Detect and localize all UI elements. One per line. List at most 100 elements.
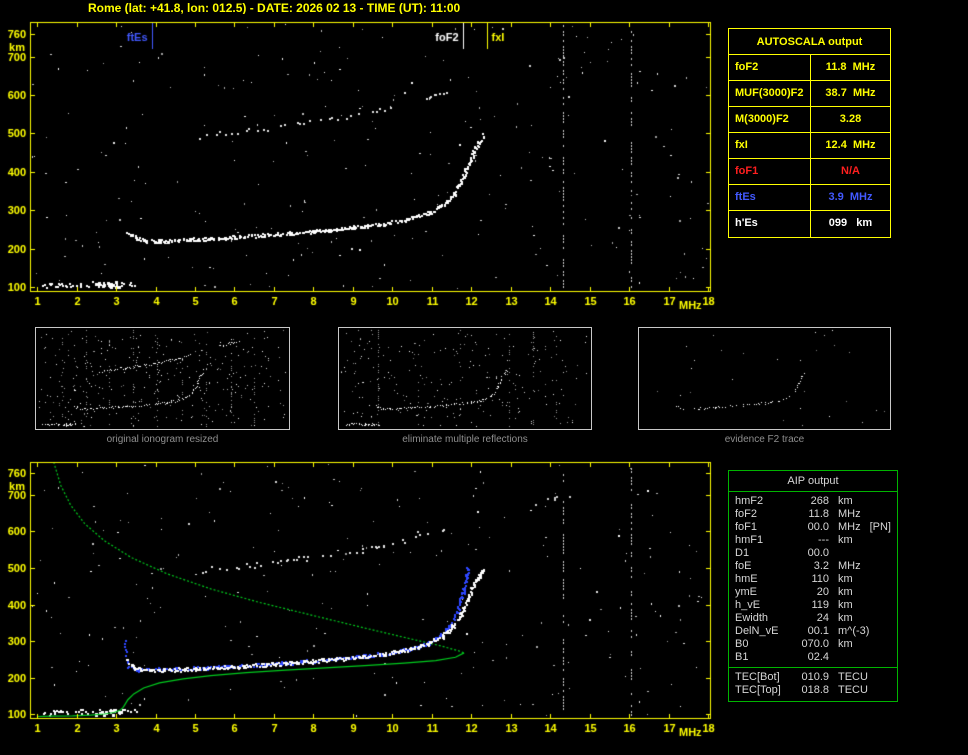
aip-row-tectop: TEC[Top] 018.8 TECU <box>729 684 897 697</box>
autoscala-table: AUTOSCALA output foF2 11.8 MHz MUF(3000)F2… <box>728 28 891 238</box>
aip-unit: km <box>838 599 853 611</box>
aip-table-rows: hmF2 268 km foF2 11.8 MHz foF1 00.0 MHz [PN] hmF1 -… <box>729 495 897 697</box>
aip-row-hve: h_vE 119 km <box>729 599 897 612</box>
aip-row-yme: ymE 20 km <box>729 586 897 599</box>
autoscala-param-label: ftEs <box>729 185 811 210</box>
evidence-f2-thumbnail <box>639 328 890 429</box>
page-title: Rome (lat: +41.8, lon: 012.5) - DATE: 20… <box>88 1 461 15</box>
autoscala-param-label: foF1 <box>729 159 811 184</box>
aip-value: 00.0 <box>807 521 829 533</box>
autoscala-param-label: MUF(3000)F2 <box>729 81 811 106</box>
aip-unit: m^(-3) <box>838 625 870 637</box>
aip-value: 11.8 <box>808 508 829 520</box>
autoscala-param-label: foF2 <box>729 55 811 80</box>
panel-original-ionogram <box>35 327 290 430</box>
aip-value: 119 <box>811 599 829 611</box>
aip-label: DelN_vE <box>735 625 779 637</box>
aip-row-b0: B0 070.0 km <box>729 638 897 651</box>
aip-label: hmE <box>735 573 758 585</box>
caption-evidence-f2: evidence F2 trace <box>724 434 805 445</box>
aip-value: 02.4 <box>807 651 829 663</box>
aip-unit: MHz <box>838 508 861 520</box>
aip-label: B1 <box>735 651 749 663</box>
caption-original-ionogram: original ionogram resized <box>106 434 219 445</box>
original-ionogram-thumbnail <box>36 328 289 429</box>
aip-label: foF1 <box>735 521 758 533</box>
aip-value: 00.0 <box>807 547 829 559</box>
aip-label: h_vE <box>735 599 761 611</box>
aip-row-fof2: foF2 11.8 MHz <box>729 508 897 521</box>
autoscala-param-value: 38.7 MHz <box>825 87 876 99</box>
aip-unit: TECU <box>838 684 868 696</box>
autoscala-screen: Rome (lat: +41.8, lon: 012.5) - DATE: 20… <box>0 0 968 755</box>
aip-label: TEC[Top] <box>735 684 781 696</box>
aip-row-hmf1: hmF1 --- km <box>729 534 897 547</box>
aip-row-tecbot: TEC[Bot] 010.9 TECU <box>729 671 897 684</box>
aip-unit: km <box>838 612 853 624</box>
aip-label: hmF2 <box>735 495 764 507</box>
aip-value: 010.9 <box>801 671 829 683</box>
aip-value: 070.0 <box>801 638 829 650</box>
aip-unit: km <box>838 586 853 598</box>
aip-value: 268 <box>810 495 829 507</box>
aip-value: 00.1 <box>807 625 829 637</box>
aip-label: foF2 <box>735 508 758 520</box>
aip-unit: km <box>838 534 853 546</box>
autoscala-row-ftes: ftEs 3.9 MHz <box>729 185 890 211</box>
aip-label: ymE <box>735 586 757 598</box>
autoscala-param-value: 099 km <box>828 217 873 229</box>
autoscala-row-muf3000f2: MUF(3000)F2 38.7 MHz <box>729 81 890 107</box>
top-ionogram-canvas <box>0 14 724 316</box>
autoscala-param-value: 12.4 MHz <box>825 139 876 151</box>
autoscala-table-rows: foF2 11.8 MHz MUF(3000)F2 38.7 MHz M(3000)F2… <box>729 55 890 237</box>
autoscala-param-label: h'Es <box>729 211 811 237</box>
aip-value: 20 <box>816 586 829 598</box>
aip-row-b1: B1 02.4 <box>729 651 897 664</box>
aip-row-delnve: DelN_vE 00.1 m^(-3) <box>729 625 897 638</box>
aip-unit: MHz <box>838 521 861 533</box>
aip-label: D1 <box>735 547 750 559</box>
aip-row-hmf2: hmF2 268 km <box>729 495 897 508</box>
aip-row-hme: hmE 110 km <box>729 573 897 586</box>
aip-label: foE <box>735 560 752 572</box>
aip-unit: MHz <box>838 560 861 572</box>
autoscala-row-fxi: fxI 12.4 MHz <box>729 133 890 159</box>
aip-row-foe: foE 3.2 MHz <box>729 560 897 573</box>
autoscala-param-label: M(3000)F2 <box>729 107 811 132</box>
aip-label: TEC[Bot] <box>735 671 780 683</box>
aip-value: 3.2 <box>813 560 829 572</box>
autoscala-param-value: N/A <box>841 165 860 177</box>
aip-row-d1: D1 00.0 <box>729 547 897 560</box>
aip-row-fof1: foF1 00.0 MHz [PN] <box>729 521 897 534</box>
aip-unit: km <box>838 573 853 585</box>
autoscala-row-fof2: foF2 11.8 MHz <box>729 55 890 81</box>
aip-note: [PN] <box>869 521 891 533</box>
autoscala-param-value: 3.28 <box>839 113 862 125</box>
eliminate-reflections-thumbnail <box>339 328 591 429</box>
autoscala-row-hes: h'Es 099 km <box>729 211 890 237</box>
aip-unit: km <box>838 638 853 650</box>
autoscala-row-m3000f2: M(3000)F2 3.28 <box>729 107 890 133</box>
aip-value: --- <box>818 534 829 546</box>
aip-value: 24 <box>816 612 829 624</box>
aip-label: B0 <box>735 638 749 650</box>
aip-label: Ewidth <box>735 612 769 624</box>
caption-eliminate-reflections: eliminate multiple reflections <box>402 434 528 445</box>
panel-evidence-f2 <box>638 327 891 430</box>
autoscala-row-fof1: foF1 N/A <box>729 159 890 185</box>
aip-value: 110 <box>811 573 829 585</box>
aip-separator-line <box>729 667 897 668</box>
autoscala-param-value: 11.8 MHz <box>825 61 876 73</box>
autoscala-table-header: AUTOSCALA output <box>729 29 890 55</box>
aip-row-ewidth: Ewidth 24 km <box>729 612 897 625</box>
aip-unit: TECU <box>838 671 868 683</box>
aip-value: 018.8 <box>801 684 829 696</box>
aip-unit: km <box>838 495 853 507</box>
aip-table: AIP output hmF2 268 km foF2 11.8 MHz foF1 00.0 M… <box>728 470 898 702</box>
panel-eliminate-reflections <box>338 327 592 430</box>
bottom-ionogram-canvas <box>0 456 724 755</box>
autoscala-param-label: fxI <box>729 133 811 158</box>
aip-table-header: AIP output <box>729 471 897 492</box>
autoscala-param-value: 3.9 MHz <box>828 191 873 203</box>
aip-label: hmF1 <box>735 534 764 546</box>
